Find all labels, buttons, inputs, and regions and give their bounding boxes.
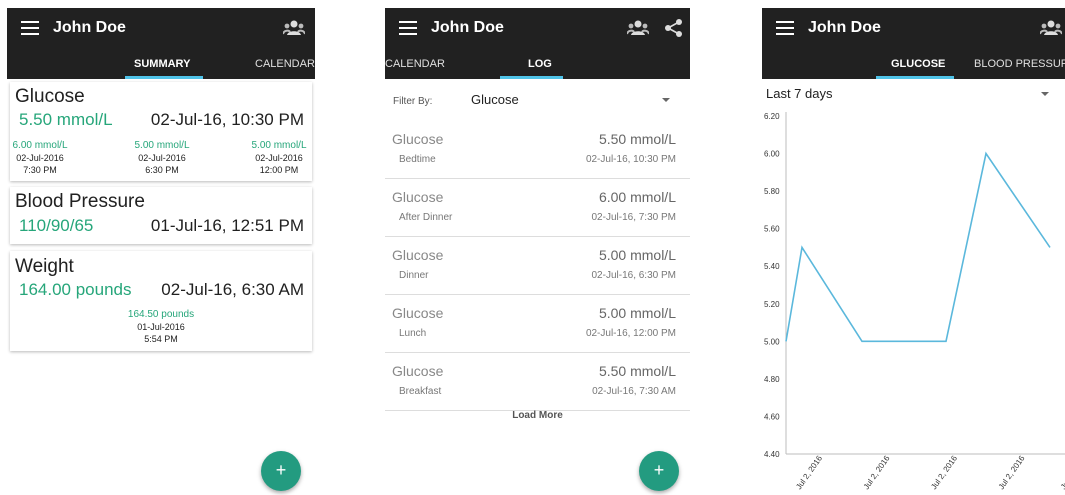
tab-blood-pressure[interactable]: BLOOD PRESSURE: [974, 58, 1065, 70]
y-tick-label: 5.40: [764, 262, 780, 271]
y-tick-label: 6.20: [764, 112, 780, 121]
card-title: Blood Pressure: [15, 191, 145, 212]
app-bar: John Doe: [385, 8, 690, 49]
log-entry[interactable]: Glucose Bedtime 5.50 mmol/L 02-Jul-16, 1…: [385, 121, 690, 179]
x-tick-label: Jul 2, 2016: [997, 453, 1027, 491]
log-entry[interactable]: Glucose After Dinner 6.00 mmol/L 02-Jul-…: [385, 179, 690, 237]
dropdown-arrow-icon[interactable]: [662, 98, 670, 102]
filter-dropdown[interactable]: Glucose: [471, 92, 519, 107]
menu-icon[interactable]: [399, 21, 417, 35]
x-tick-label: Jul 2, 2016: [929, 453, 959, 491]
card-date: 01-Jul-16, 12:51 PM: [150, 216, 304, 235]
tab-glucose[interactable]: GLUCOSE: [891, 58, 945, 70]
tab-bar: GLUCOSE BLOOD PRESSURE: [762, 49, 1065, 79]
glucose-line-chart: 4.40 4.60 4.80 5.00 5.20 5.40 5.60 5.80 6.00 6.20…: [764, 112, 1065, 491]
app-bar: John Doe: [7, 8, 315, 49]
tab-indicator: [125, 76, 203, 79]
x-tick-label: Jul 2, 2016: [862, 453, 892, 491]
y-tick-label: 4.60: [764, 412, 780, 421]
history-item: 5.00 mmol/L 02-Jul-2016 6:30 PM: [134, 140, 190, 175]
y-tick-label: 5.00: [764, 337, 780, 346]
menu-icon[interactable]: [776, 21, 794, 35]
card-value: 164.00 pounds: [19, 280, 132, 299]
card-date: 02-Jul-16, 6:30 AM: [161, 280, 304, 299]
weight-card[interactable]: Weight 164.00 pounds 02-Jul-16, 6:30 AM …: [10, 251, 312, 351]
app-title: John Doe: [808, 19, 881, 36]
y-tick-label: 4.40: [764, 450, 780, 459]
log-screen: John Doe CALENDAR LOG Filter By: Glucose…: [385, 8, 690, 495]
add-button[interactable]: +: [639, 451, 679, 491]
group-icon[interactable]: [627, 18, 649, 38]
filter-label: Filter By:: [393, 96, 433, 107]
tab-indicator: [500, 76, 563, 79]
tab-calendar[interactable]: CALENDAR: [385, 58, 445, 70]
menu-icon[interactable]: [21, 21, 39, 35]
history-item: 6.00 mmol/L 02-Jul-2016 7:30 PM: [12, 140, 68, 175]
log-entry[interactable]: Glucose Lunch 5.00 mmol/L 02-Jul-16, 12:…: [385, 295, 690, 353]
add-icon: +: [275, 460, 287, 480]
card-title: Glucose: [15, 86, 85, 107]
blood-pressure-card[interactable]: Blood Pressure 110/90/65 01-Jul-16, 12:5…: [10, 187, 312, 244]
y-tick-label: 5.60: [764, 225, 780, 234]
app-title: John Doe: [53, 19, 126, 36]
tab-bar: CALENDAR LOG: [385, 49, 690, 79]
app-title: John Doe: [431, 19, 504, 36]
chart-screen: John Doe GLUCOSE BLOOD PRESSURE Last 7 d…: [762, 8, 1065, 495]
log-entry[interactable]: Glucose Breakfast 5.50 mmol/L 02-Jul-16,…: [385, 353, 690, 411]
summary-screen: John Doe SUMMARY CALENDAR Glucose 5.50 m…: [7, 8, 315, 495]
card-title: Weight: [15, 256, 74, 277]
card-date: 02-Jul-16, 10:30 PM: [150, 110, 304, 129]
y-tick-label: 5.20: [764, 300, 780, 309]
y-tick-label: 4.80: [764, 375, 780, 384]
tab-bar: SUMMARY CALENDAR: [7, 49, 315, 79]
x-tick-label: Jul 2, 2016: [794, 453, 824, 491]
y-tick-label: 6.00: [764, 150, 780, 159]
add-button[interactable]: +: [261, 451, 301, 491]
range-dropdown[interactable]: Last 7 days: [766, 86, 833, 101]
group-icon[interactable]: [1040, 18, 1062, 38]
tab-summary[interactable]: SUMMARY: [134, 58, 190, 70]
x-tick-label: Jul 2, 2016: [1059, 453, 1065, 491]
group-icon[interactable]: [283, 18, 305, 38]
add-icon: +: [653, 460, 665, 480]
series-line: [785, 151, 1051, 343]
share-icon[interactable]: [663, 18, 685, 38]
tab-log[interactable]: LOG: [528, 58, 552, 70]
history-item: 164.50 pounds 01-Jul-2016 5:54 PM: [127, 309, 195, 344]
y-tick-label: 5.80: [764, 187, 780, 196]
tab-calendar[interactable]: CALENDAR: [255, 58, 315, 70]
dropdown-arrow-icon[interactable]: [1041, 92, 1049, 96]
card-value: 5.50 mmol/L: [19, 110, 113, 129]
load-more-button[interactable]: Load More: [385, 410, 690, 421]
history-item: 5.00 mmol/L 02-Jul-2016 12:00 PM: [251, 140, 307, 175]
glucose-card[interactable]: Glucose 5.50 mmol/L 02-Jul-16, 10:30 PM …: [10, 82, 312, 181]
app-bar: John Doe: [762, 8, 1065, 49]
tab-indicator: [876, 76, 954, 79]
card-value: 110/90/65: [19, 216, 94, 235]
log-entry[interactable]: Glucose Dinner 5.00 mmol/L 02-Jul-16, 6:…: [385, 237, 690, 295]
